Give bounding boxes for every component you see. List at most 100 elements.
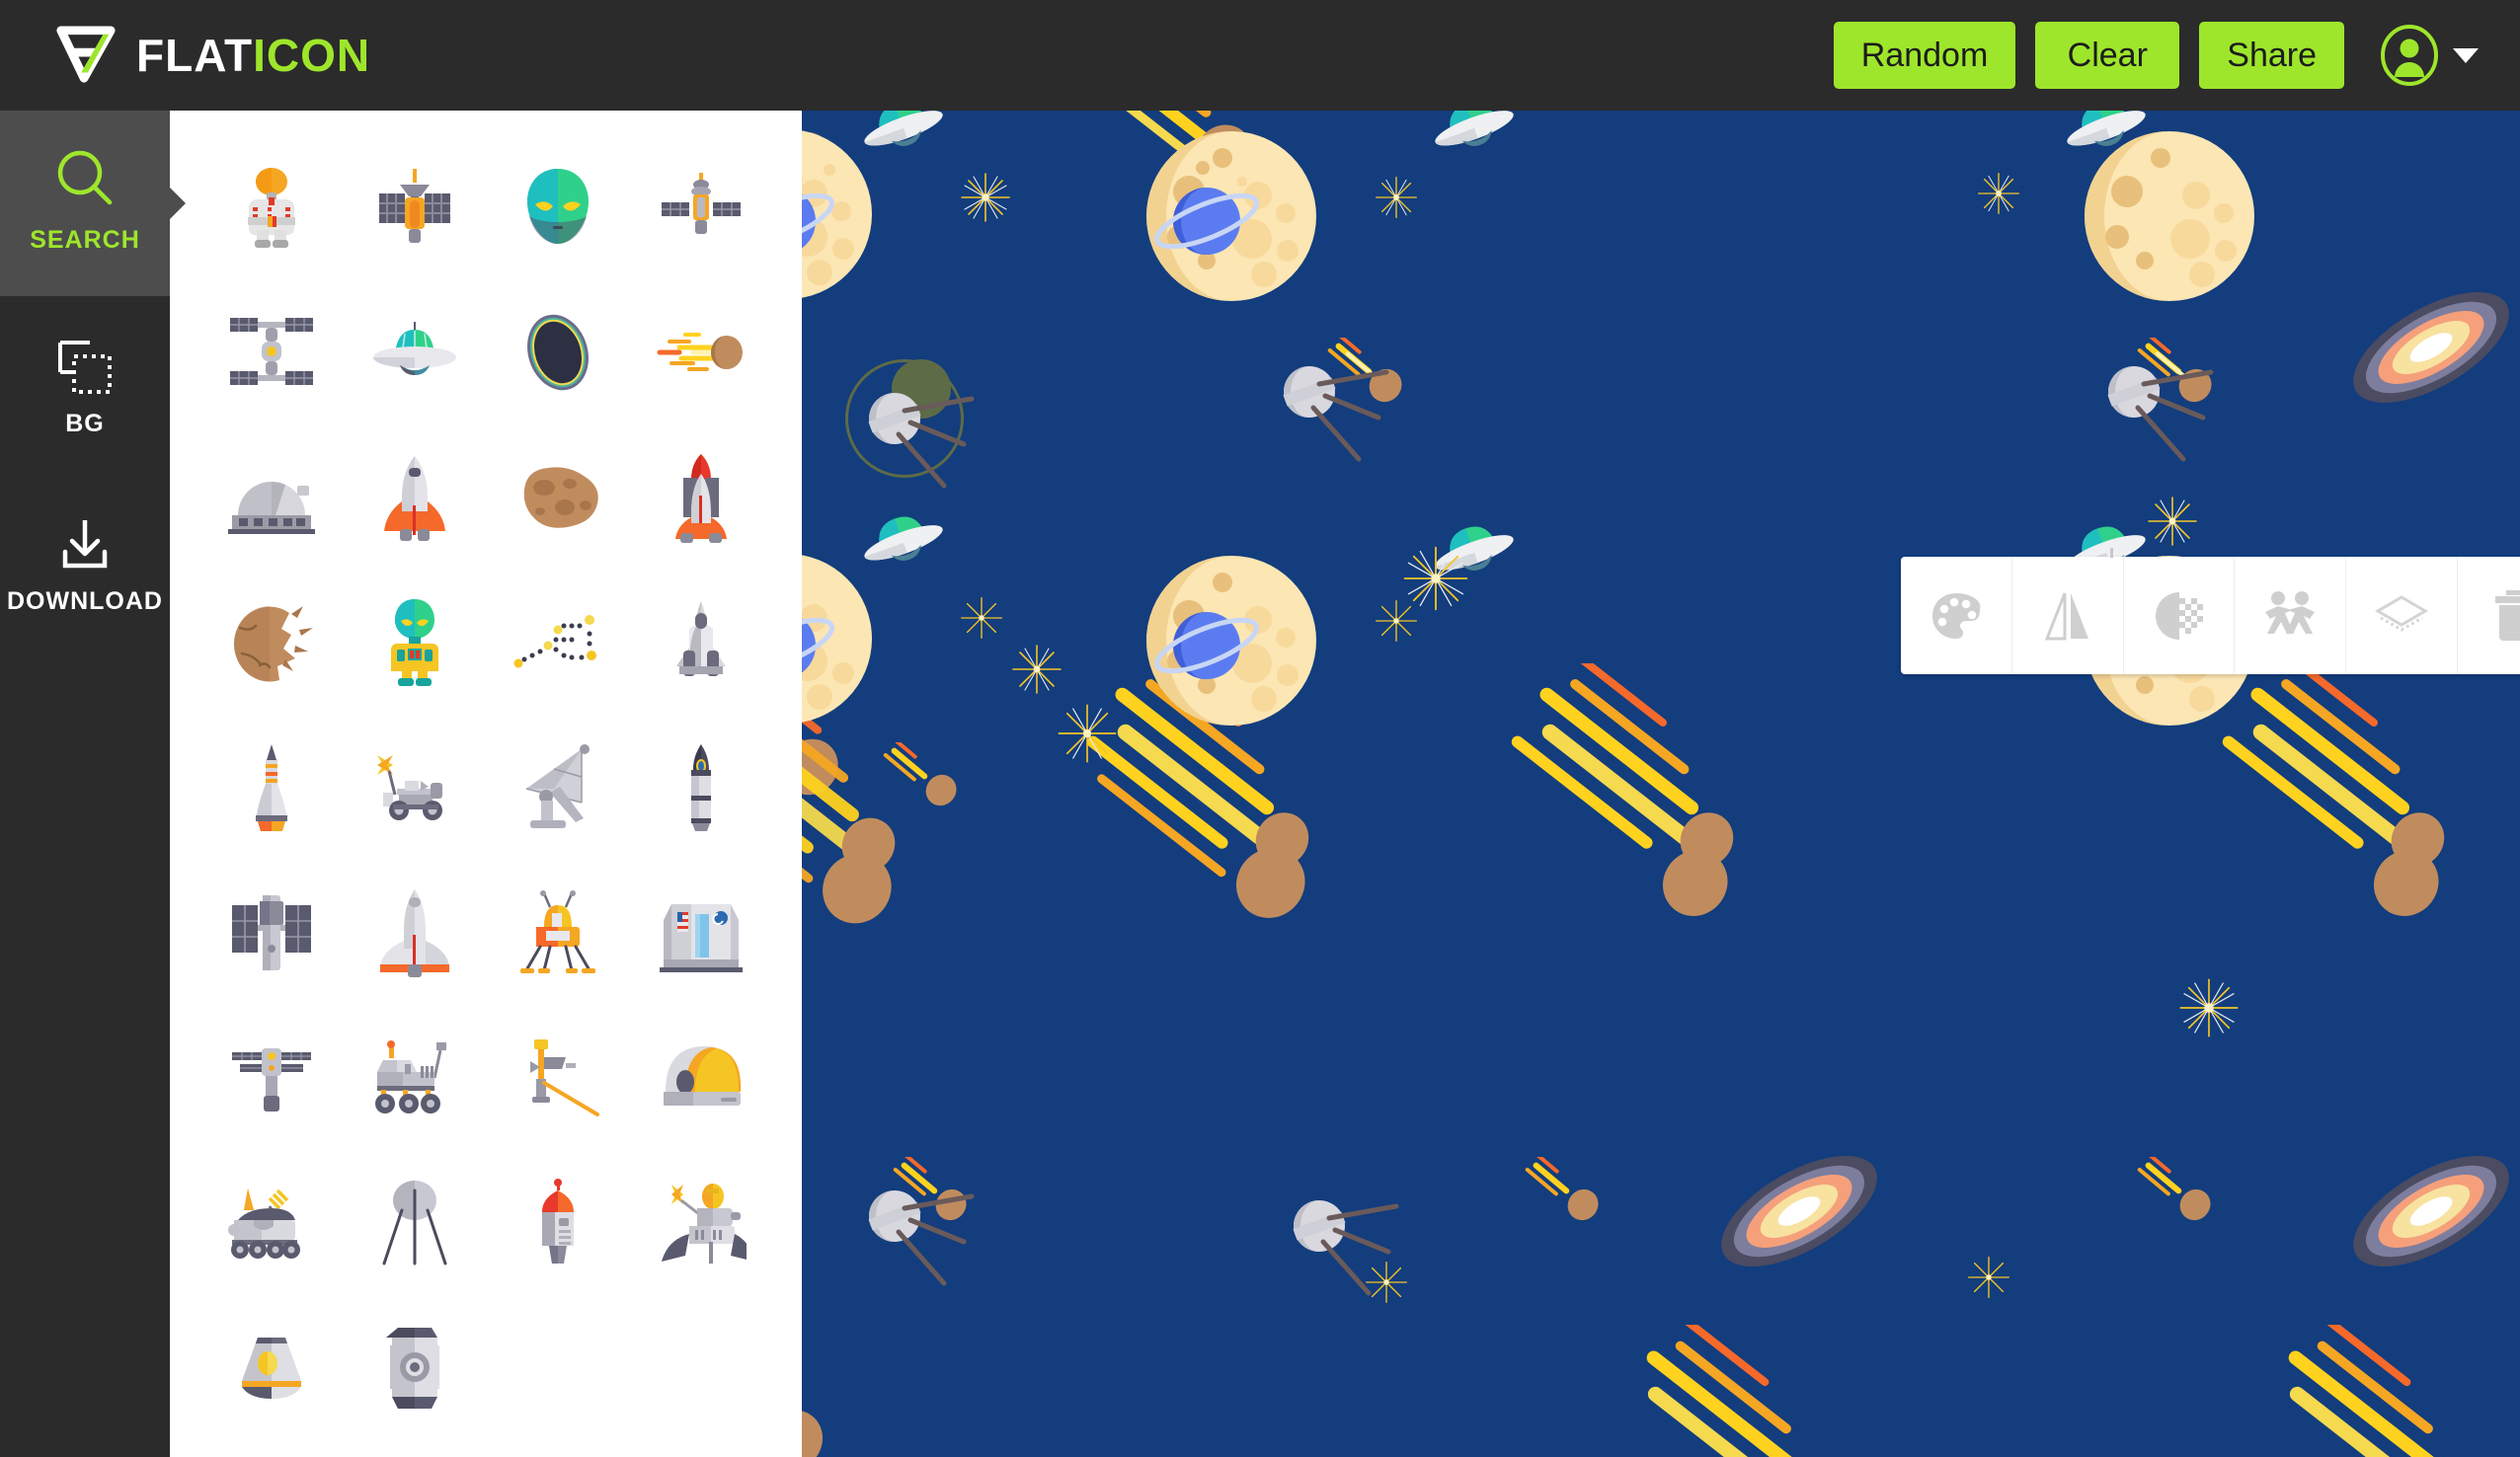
toolbar-delete-button[interactable]: [2458, 557, 2520, 674]
meteor-shower-cluster[interactable]: [2224, 1325, 2520, 1457]
sidebar-item-search[interactable]: SEARCH: [0, 111, 170, 296]
icon-result-satellite-dish[interactable]: [486, 715, 629, 860]
sparkle-star-element[interactable]: [1375, 176, 1418, 219]
sparkle-star-element[interactable]: [2178, 977, 2240, 1038]
sputnik-element[interactable]: [2090, 352, 2219, 481]
sputnik-element[interactable]: [851, 1177, 980, 1305]
icon-results-panel[interactable]: [170, 111, 802, 1457]
icon-result-flag-planting[interactable]: [486, 1005, 629, 1150]
sparkle-star-element[interactable]: [960, 172, 1011, 223]
icon-result-soyuz-rocket[interactable]: [199, 715, 343, 860]
icon-result-meteor-impact[interactable]: [199, 570, 343, 715]
comet-element[interactable]: [871, 742, 980, 811]
icon-result-mars-rover[interactable]: [343, 1005, 486, 1150]
space-helmet-icon: [663, 1045, 741, 1106]
icon-result-spaceplane[interactable]: [629, 570, 772, 715]
planet-saturn-element[interactable]: [802, 172, 841, 270]
toolbar-flip-button[interactable]: [2012, 557, 2124, 674]
meteor-shower-element[interactable]: [802, 1325, 930, 1457]
clear-button[interactable]: Clear: [2035, 22, 2180, 89]
icon-result-shuttle-landing[interactable]: [343, 860, 486, 1005]
six-wheel-rover-icon: [227, 1188, 300, 1259]
icon-result-iss[interactable]: [199, 279, 343, 424]
sparkle-star-element[interactable]: [1977, 172, 2020, 215]
icon-result-comet[interactable]: [629, 279, 772, 424]
icon-result-observatory[interactable]: [199, 424, 343, 570]
icon-result-alien-astronaut[interactable]: [343, 570, 486, 715]
ufo-element[interactable]: [2046, 111, 2165, 170]
ufo-element[interactable]: [843, 111, 962, 170]
sparkle-star-element[interactable]: [1057, 703, 1118, 764]
sidebar-item-bg[interactable]: BG: [0, 296, 170, 474]
icon-result-capsule-rocket[interactable]: [486, 1150, 629, 1295]
icon-result-constellation[interactable]: [486, 570, 629, 715]
icon-result-saturn-v-rocket[interactable]: [629, 715, 772, 860]
sidebar-item-download[interactable]: DOWNLOAD: [0, 474, 170, 652]
alien-head-icon: [526, 168, 589, 244]
icon-result-six-wheel-rover[interactable]: [199, 1150, 343, 1295]
ufo-icon: [372, 321, 456, 375]
icon-result-asteroid[interactable]: [486, 424, 629, 570]
download-icon: [62, 519, 108, 568]
icon-result-solar-satellite[interactable]: [199, 1005, 343, 1150]
icon-result-rocket-launch[interactable]: [629, 424, 772, 570]
icon-result-space-canister[interactable]: [343, 1295, 486, 1440]
galaxy-element[interactable]: [1700, 1142, 1898, 1280]
icon-result-lunar-probe[interactable]: [343, 1150, 486, 1295]
icon-result-space-helmet[interactable]: [629, 1005, 772, 1150]
spaceplane-icon: [675, 600, 726, 676]
sputnik-element[interactable]: [1266, 352, 1394, 481]
comet-element[interactable]: [1513, 1157, 1621, 1226]
icon-result-satellite[interactable]: [343, 134, 486, 279]
sparkle-star-element[interactable]: [1375, 599, 1418, 643]
random-button[interactable]: Random: [1833, 22, 2016, 89]
meteor-shower-cluster[interactable]: [1454, 663, 1868, 979]
design-canvas[interactable]: [802, 111, 2520, 1457]
icon-result-hubble-telescope[interactable]: [199, 860, 343, 1005]
toolbar-color-button[interactable]: [1901, 557, 2012, 674]
galaxy-element[interactable]: [2332, 1142, 2520, 1280]
account-menu[interactable]: [2378, 24, 2479, 87]
sputnik-element[interactable]: [1276, 1187, 1404, 1315]
mission-control-icon: [659, 903, 743, 972]
sidebar-label-download: DOWNLOAD: [7, 586, 163, 615]
palette-icon: [1931, 592, 1981, 639]
icon-result-eclipse[interactable]: [486, 279, 629, 424]
sidebar-label-search: SEARCH: [30, 225, 140, 254]
icon-result-astronaut[interactable]: [199, 134, 343, 279]
share-button[interactable]: Share: [2199, 22, 2344, 89]
brand-logo-area[interactable]: FLATICON: [0, 25, 370, 86]
planet-saturn-element[interactable]: [1147, 596, 1266, 695]
icon-result-lunar-rover[interactable]: [343, 715, 486, 860]
sparkle-star-element[interactable]: [960, 596, 1003, 640]
trash-icon: [2495, 589, 2520, 641]
icon-result-ufo[interactable]: [343, 279, 486, 424]
icon-result-reentry-capsule[interactable]: [199, 1295, 343, 1440]
icon-result-space-station-module[interactable]: [629, 134, 772, 279]
toolbar-opacity-button[interactable]: [2124, 557, 2236, 674]
planet-saturn-element[interactable]: [1147, 172, 1266, 270]
sparkle-star-element[interactable]: [1011, 644, 1063, 695]
icon-result-lunar-lander[interactable]: [486, 860, 629, 1005]
comet-element[interactable]: [2125, 1157, 2234, 1226]
icon-result-lander-module[interactable]: [629, 1150, 772, 1295]
lunar-lander-icon: [519, 889, 595, 973]
icon-result-space-shuttle[interactable]: [343, 424, 486, 570]
ufo-element[interactable]: [1414, 111, 1533, 170]
shuttle-landing-icon: [379, 888, 449, 977]
icon-result-alien-head[interactable]: [486, 134, 629, 279]
sparkle-star-element[interactable]: [1967, 1256, 2010, 1299]
flaticon-editor-app: FLATICON Random Clear Share SEARCH BG DO…: [0, 0, 2520, 1457]
ufo-element[interactable]: [843, 496, 962, 584]
meteor-shower-cluster[interactable]: [1582, 1325, 1937, 1457]
planet-saturn-element[interactable]: [802, 596, 841, 695]
icon-result-mission-control[interactable]: [629, 860, 772, 1005]
selected-sputnik-element[interactable]: [851, 379, 980, 507]
flaticon-logo-icon: [56, 26, 116, 83]
galaxy-element[interactable]: [2332, 278, 2520, 417]
sparkle-star-element[interactable]: [2147, 496, 2198, 547]
toolbar-group-button[interactable]: [2235, 557, 2347, 674]
hubble-telescope-icon: [231, 894, 311, 970]
toolbar-layers-button[interactable]: [2346, 557, 2459, 674]
eclipse-icon: [526, 314, 589, 390]
